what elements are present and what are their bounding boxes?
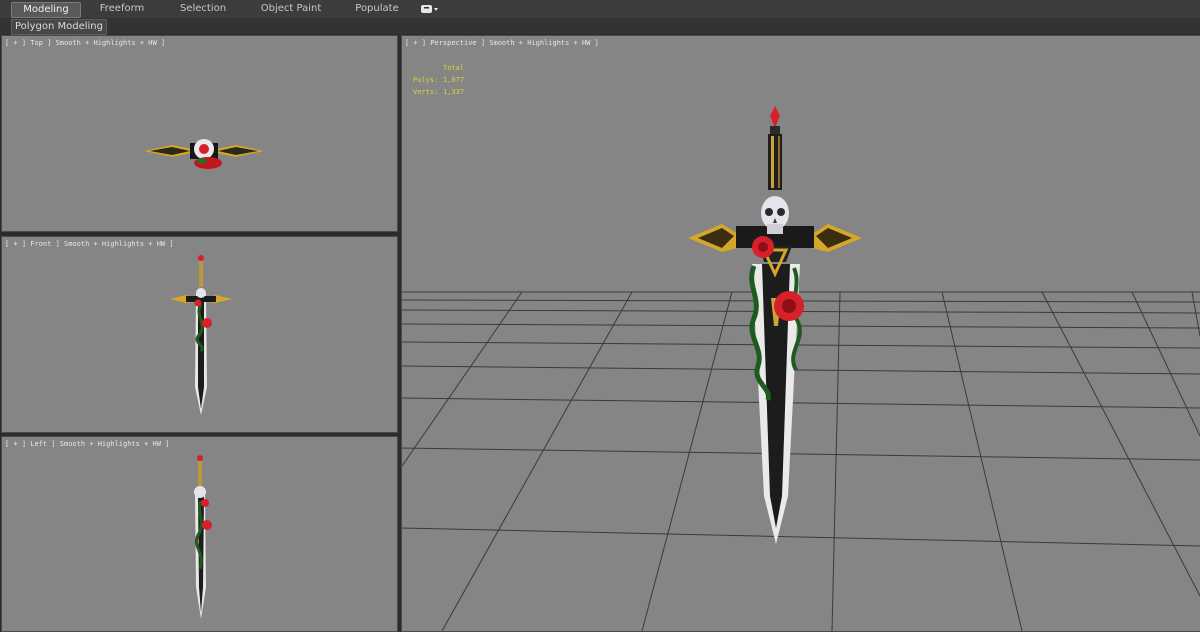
ribbon-tabbar: Modeling Freeform Selection Object Paint… xyxy=(0,0,1200,19)
sword-left-view xyxy=(194,455,212,619)
tab-freeform[interactable]: Freeform xyxy=(88,2,156,16)
tab-modeling[interactable]: Modeling xyxy=(11,2,81,18)
chevron-down-icon xyxy=(421,5,438,13)
sword-perspective-model xyxy=(688,106,862,544)
ribbon-options-dropdown[interactable] xyxy=(421,4,439,14)
viewport-perspective[interactable]: [ + ] Perspective ] Smooth + Highlights … xyxy=(401,35,1200,632)
tab-object-paint[interactable]: Object Paint xyxy=(252,2,330,16)
viewport-left[interactable]: [ + ] Left ] Smooth + Highlights + HW ] xyxy=(1,436,398,632)
sword-top-view xyxy=(144,139,264,169)
viewport-front[interactable]: [ + ] Front ] Smooth + Highlights + HW ] xyxy=(1,236,398,433)
tab-selection[interactable]: Selection xyxy=(168,2,238,16)
sword-front-view xyxy=(170,255,232,415)
tab-populate[interactable]: Populate xyxy=(346,2,408,16)
ribbon-panel-bar: Polygon Modeling xyxy=(0,18,1200,35)
polygon-modeling-panel[interactable]: Polygon Modeling xyxy=(11,19,107,35)
viewport-top[interactable]: [ + ] Top ] Smooth + Highlights + HW ] xyxy=(1,35,398,232)
